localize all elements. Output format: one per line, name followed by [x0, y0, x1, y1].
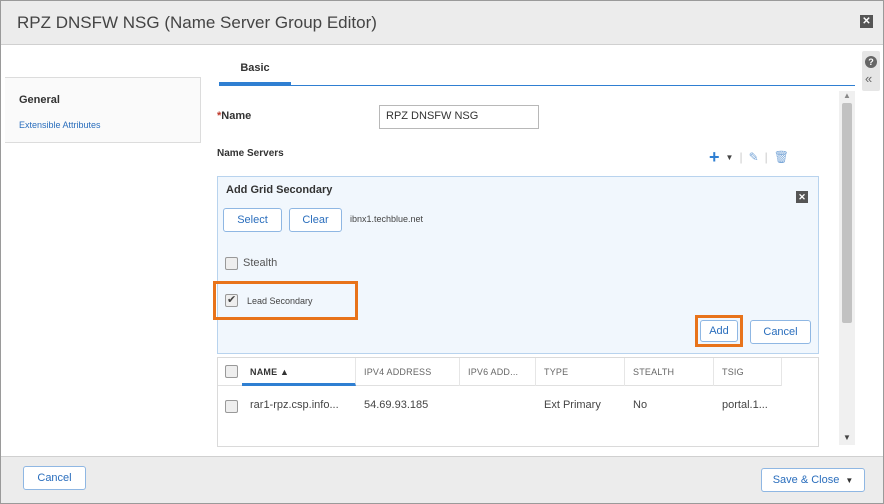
- add-button[interactable]: Add: [700, 320, 738, 342]
- selected-server: ibnx1.techblue.net: [350, 214, 424, 224]
- column-ipv4[interactable]: IPV4 ADDRESS: [356, 358, 460, 386]
- scroll-down-icon[interactable]: ▼: [843, 433, 851, 442]
- grid-header: NAME ▲ IPV4 ADDRESS IPV6 ADD... TYPE STE…: [218, 358, 782, 386]
- collapse-icon[interactable]: «: [865, 72, 872, 86]
- toolbar-divider: |: [764, 150, 768, 164]
- side-tools: ? «: [862, 51, 880, 91]
- panel-title: Add Grid Secondary: [226, 184, 333, 196]
- vertical-scrollbar[interactable]: ▲ ▼: [839, 91, 855, 445]
- name-label: *Name: [217, 110, 251, 122]
- tab-underline: [219, 85, 855, 86]
- cell-tsig: portal.1...: [722, 399, 768, 411]
- help-icon[interactable]: ?: [865, 56, 877, 68]
- name-servers-toolbar: + ▼ | ✎ | 🗑: [709, 148, 789, 166]
- dialog-title: RPZ DNSFW NSG (Name Server Group Editor): [17, 13, 377, 32]
- stealth-checkbox[interactable]: [225, 257, 238, 270]
- column-stealth[interactable]: STEALTH: [625, 358, 714, 386]
- column-type[interactable]: TYPE: [536, 358, 625, 386]
- left-nav: General Extensible Attributes: [5, 77, 201, 143]
- save-close-label: Save & Close: [772, 474, 840, 486]
- tab-basic[interactable]: Basic: [219, 53, 291, 85]
- select-button[interactable]: Select: [223, 208, 282, 232]
- scrollbar-thumb[interactable]: [842, 103, 852, 323]
- stealth-label: Stealth: [243, 257, 278, 269]
- dropdown-icon[interactable]: ▼: [845, 470, 853, 492]
- name-servers-grid: NAME ▲ IPV4 ADDRESS IPV6 ADD... TYPE STE…: [217, 357, 819, 447]
- clear-button[interactable]: Clear: [289, 208, 342, 232]
- name-servers-label: Name Servers: [217, 148, 284, 159]
- cell-stealth: No: [633, 399, 648, 411]
- footer-bar: Cancel Save & Close ▼: [1, 456, 883, 503]
- save-close-button[interactable]: Save & Close ▼: [761, 468, 865, 492]
- panel-cancel-button[interactable]: Cancel: [750, 320, 811, 344]
- row-checkbox[interactable]: [225, 400, 238, 413]
- nav-item-extensible-attributes[interactable]: Extensible Attributes: [19, 120, 101, 130]
- cell-ipv4: 54.69.93.185: [364, 399, 429, 411]
- edit-icon[interactable]: ✎: [749, 150, 759, 164]
- close-icon[interactable]: ✕: [796, 191, 808, 203]
- name-server-group-editor-dialog: RPZ DNSFW NSG (Name Server Group Editor)…: [0, 0, 884, 504]
- column-ipv6[interactable]: IPV6 ADD...: [460, 358, 536, 386]
- toolbar-divider: |: [739, 150, 743, 164]
- cell-name: rar1-rpz.csp.info...: [250, 399, 339, 411]
- name-label-text: Name: [221, 110, 252, 122]
- name-input[interactable]: RPZ DNSFW NSG: [379, 105, 539, 129]
- cell-type: Ext Primary: [544, 399, 601, 411]
- title-bar: RPZ DNSFW NSG (Name Server Group Editor)…: [1, 1, 883, 45]
- add-icon[interactable]: +: [709, 148, 720, 166]
- column-name[interactable]: NAME ▲: [242, 358, 356, 386]
- nav-item-general[interactable]: General: [19, 94, 60, 106]
- scroll-up-icon[interactable]: ▲: [843, 91, 851, 100]
- cancel-button[interactable]: Cancel: [23, 466, 86, 490]
- chevron-down-icon[interactable]: ▼: [726, 153, 734, 162]
- select-all-checkbox[interactable]: [225, 365, 238, 378]
- lead-secondary-label: Lead Secondary: [247, 296, 313, 306]
- close-icon[interactable]: ✕: [860, 15, 873, 28]
- delete-icon[interactable]: 🗑: [774, 150, 789, 164]
- column-tsig[interactable]: TSIG: [714, 358, 782, 386]
- lead-secondary-checkbox[interactable]: [225, 293, 238, 307]
- table-row[interactable]: rar1-rpz.csp.info... 54.69.93.185 Ext Pr…: [218, 395, 782, 415]
